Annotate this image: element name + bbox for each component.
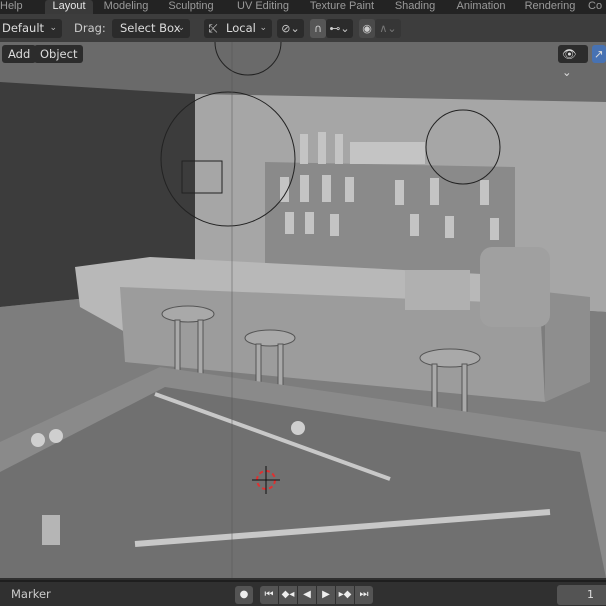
play-reverse-button[interactable]: ◀ [298,586,316,604]
falloff-curve-icon: ∧⌄ [379,22,397,35]
falloff-dropdown[interactable]: ∧⌄ [375,19,401,38]
proportional-edit-icon: ◉ [362,22,372,35]
prev-keyframe-button[interactable]: ◆◂ [279,586,297,604]
add-menu[interactable]: Add [2,45,37,63]
jump-start-icon: ⏮ [264,589,274,600]
tab-rendering[interactable]: Rendering [516,0,584,14]
transform-pivot-dropdown[interactable]: ⤪ Local ⌄ [204,19,272,38]
marker-menu[interactable]: Marker [11,587,51,601]
chevron-down-icon: ⌄ [177,23,185,33]
record-icon: ● [239,589,249,600]
tab-compositing[interactable]: Co [588,0,606,14]
tab-uv-editing[interactable]: UV Editing [226,0,300,14]
timeline-header: Marker ● ⏮ ◆◂ ◀ ▶ ▸◆ ⏭ 1 [0,580,606,606]
workspace-tabs: Help Layout Modeling Sculpting UV Editin… [0,0,606,14]
snap-toggle[interactable]: ∩ [310,19,326,38]
snap-magnet-icon: ∩ [313,22,323,35]
jump-end-icon: ⏭ [359,589,369,600]
tab-modeling[interactable]: Modeling [96,0,156,14]
tool-header: Default ⌄ Drag: Select Box ⌄ ⤪ Local ⌄ ⊘⌄ ∩ … [0,14,606,42]
jump-start-button[interactable]: ⏮ [260,586,278,604]
snap-increment-icon: ⊷⌄ [329,22,350,35]
menu-help[interactable]: Help [0,0,24,14]
chevron-down-icon: ⌄ [49,23,57,33]
play-reverse-icon: ◀ [303,589,311,600]
tire-stack [480,247,550,327]
play-button[interactable]: ▶ [317,586,335,604]
proportional-edit-toggle[interactable]: ◉ [359,19,375,38]
gizmo-toggle[interactable]: ↗ [592,45,606,63]
play-icon: ▶ [322,589,330,600]
visibility-dropdown[interactable]: 👁⌄ [558,45,588,79]
chevron-down-icon: ⌄ [259,23,267,33]
tab-texture-paint[interactable]: Texture Paint [303,0,381,14]
object-menu[interactable]: Object [34,45,84,63]
snap-target-dropdown[interactable]: ⊘⌄ [277,19,304,38]
orientation-dropdown[interactable]: Default ⌄ [0,19,62,38]
snap-element-dropdown[interactable]: ⊷⌄ [326,19,353,38]
next-keyframe-button[interactable]: ▸◆ [336,586,354,604]
scene-render [0,42,606,578]
gizmo-icon: ↗ [594,47,604,61]
jump-end-button[interactable]: ⏭ [355,586,373,604]
3d-viewport[interactable]: Add Object 👁⌄ ↗ [0,42,606,578]
prev-keyframe-icon: ◆◂ [281,589,295,600]
drag-dropdown[interactable]: Select Box ⌄ [112,19,190,38]
drag-label: Drag: [74,21,106,35]
pivot-icon: ⤪ [209,21,219,35]
current-frame-field[interactable]: 1 [557,585,606,605]
snap-target-icon: ⊘⌄ [281,22,300,35]
tab-shading[interactable]: Shading [384,0,446,14]
tab-sculpting[interactable]: Sculpting [159,0,223,14]
record-button[interactable]: ● [235,586,253,604]
next-keyframe-icon: ▸◆ [338,589,352,600]
tab-animation[interactable]: Animation [449,0,513,14]
tab-layout[interactable]: Layout [45,0,93,14]
